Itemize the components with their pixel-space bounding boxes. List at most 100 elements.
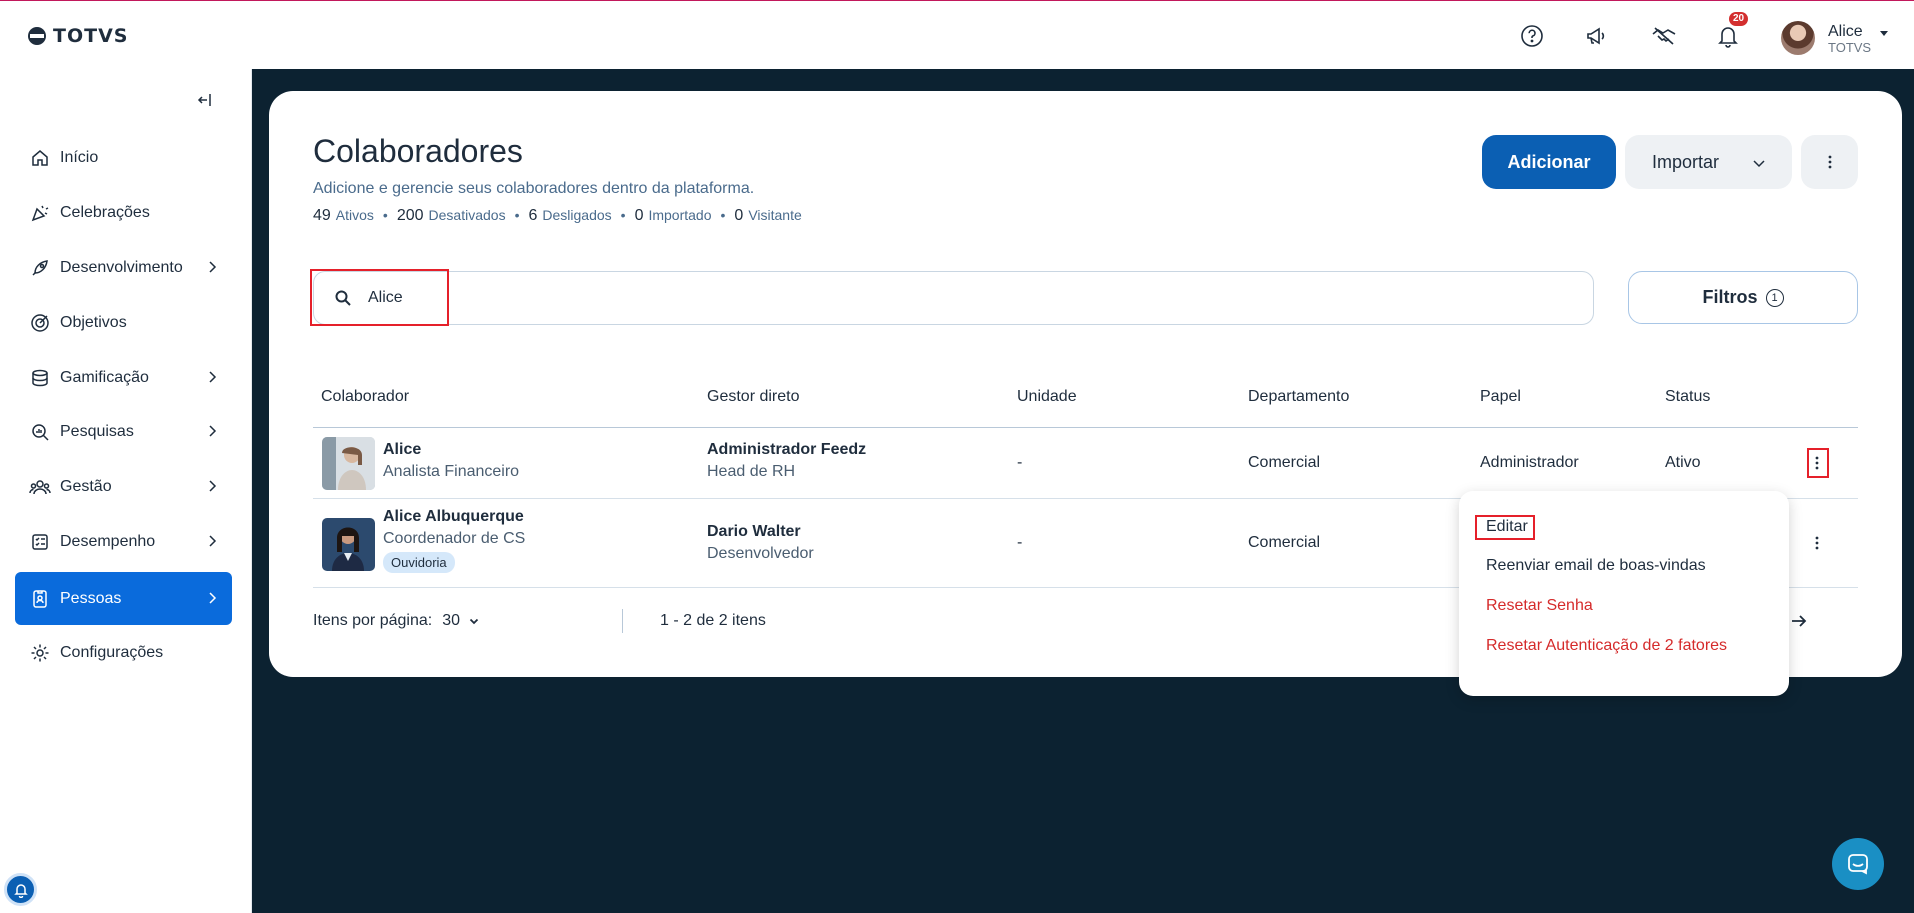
department-cell: Comercial — [1248, 454, 1321, 471]
unit-cell: - — [1017, 534, 1023, 551]
kebab-menu-icon — [1815, 536, 1819, 550]
unit-cell: - — [1017, 454, 1023, 471]
chevron-right-icon — [209, 535, 217, 547]
stat-count: 0 — [734, 207, 744, 224]
sidebar-item-label: Objetivos — [60, 313, 127, 331]
stat-label: Ativos — [335, 207, 374, 223]
add-button[interactable]: Adicionar — [1482, 135, 1616, 189]
items-per-page[interactable]: Itens por página: 30 — [313, 612, 480, 630]
row-actions-highlight-box — [1807, 448, 1829, 478]
page-title: Colaboradores — [313, 133, 523, 169]
chevron-down-icon[interactable] — [468, 615, 480, 627]
department-cell: Comercial — [1248, 534, 1321, 551]
items-per-page-value[interactable]: 30 — [442, 612, 460, 630]
sidebar-item-inicio[interactable]: Início — [15, 131, 232, 184]
sidebar-item-label: Pesquisas — [60, 422, 134, 440]
column-header-unidade[interactable]: Unidade — [1017, 388, 1077, 406]
sidebar-item-label: Celebrações — [60, 203, 150, 221]
role-cell: Administrador — [1480, 454, 1579, 471]
stat-label: Desligados — [542, 207, 612, 223]
megaphone-icon[interactable] — [1583, 23, 1609, 49]
menu-item-resetar-2fa[interactable]: Resetar Autenticação de 2 fatores — [1486, 637, 1727, 655]
help-icon[interactable] — [1519, 23, 1545, 49]
stat-count: 6 — [528, 207, 538, 224]
employee-name[interactable]: Alice Albuquerque — [383, 508, 524, 526]
menu-item-resetar-senha[interactable]: Resetar Senha — [1486, 597, 1593, 615]
employee-role: Coordenador de CS — [383, 530, 526, 547]
stat-count: 49 — [313, 207, 331, 224]
checklist-icon — [29, 531, 51, 553]
sidebar-item-label: Gestão — [60, 477, 112, 495]
import-button[interactable]: Importar — [1625, 135, 1792, 189]
kebab-menu-icon — [1828, 155, 1831, 169]
user-avatar[interactable] — [1781, 21, 1815, 55]
sidebar-item-gamificacao[interactable]: Gamificação — [15, 351, 232, 404]
search-input[interactable] — [368, 286, 968, 310]
items-per-page-label: Itens por página: — [313, 612, 433, 629]
column-header-colaborador[interactable]: Colaborador — [321, 388, 409, 406]
stat-label: Importado — [648, 207, 712, 223]
row-actions-button[interactable] — [1809, 532, 1825, 554]
sidebar-item-desenvolvimento[interactable]: Desenvolvimento — [15, 241, 232, 294]
page-subtitle: Adicione e gerencie seus colaboradores d… — [313, 180, 755, 197]
sidebar-item-label: Início — [60, 148, 99, 166]
user-name[interactable]: Alice — [1828, 23, 1863, 41]
column-header-gestor[interactable]: Gestor direto — [707, 388, 799, 406]
next-page-arrow-icon[interactable] — [1789, 611, 1809, 631]
user-org: TOTVS — [1828, 40, 1872, 55]
filters-count-badge: 1 — [1765, 288, 1784, 307]
collapse-sidebar-icon[interactable] — [195, 90, 215, 110]
sidebar-item-pessoas[interactable]: Pessoas — [15, 572, 232, 625]
sidebar-item-configuracoes[interactable]: Configurações — [15, 626, 232, 679]
handshake-icon[interactable] — [1651, 23, 1677, 49]
sidebar-item-label: Gamificação — [60, 368, 149, 386]
table-header: Colaborador Gestor direto Unidade Depart… — [313, 378, 1858, 428]
bell-icon[interactable] — [1715, 23, 1741, 49]
sidebar-item-desempenho[interactable]: Desempenho — [15, 515, 232, 568]
employee-name[interactable]: Alice — [383, 441, 421, 459]
target-icon — [29, 312, 51, 334]
editar-highlight-box — [1475, 515, 1535, 540]
notifications-float-button[interactable] — [4, 873, 37, 906]
column-header-departamento[interactable]: Departamento — [1248, 388, 1349, 406]
people-icon — [29, 476, 51, 498]
search-bar[interactable] — [313, 271, 1594, 325]
rocket-icon — [29, 257, 51, 279]
sidebar-item-label: Desempenho — [60, 532, 156, 550]
column-header-papel[interactable]: Papel — [1480, 388, 1521, 406]
pagination-divider — [622, 609, 623, 633]
gear-icon — [29, 642, 51, 664]
manager-name: Administrador Feedz — [707, 441, 867, 458]
pagination-range: 1 - 2 de 2 itens — [660, 612, 766, 629]
manager-role: Desenvolvedor — [707, 545, 814, 562]
party-icon — [29, 202, 51, 224]
menu-item-reenviar-email[interactable]: Reenviar email de boas-vindas — [1486, 557, 1706, 575]
table-row[interactable]: Alice Analista Financeiro Administrador … — [313, 428, 1858, 499]
manager-name: Dario Walter — [707, 523, 801, 540]
user-menu-caret-icon[interactable] — [1880, 31, 1888, 36]
chat-support-button[interactable] — [1832, 838, 1884, 890]
totvs-logo[interactable]: TOTVS — [27, 25, 128, 47]
chevron-down-icon — [1753, 160, 1765, 168]
sidebar-item-objetivos[interactable]: Objetivos — [15, 296, 232, 349]
filters-button-label: Filtros — [1702, 287, 1758, 307]
chevron-right-icon — [209, 425, 217, 437]
chevron-right-icon — [209, 261, 217, 273]
home-icon — [29, 147, 51, 169]
avatar — [322, 437, 375, 490]
chat-icon — [1848, 854, 1868, 875]
filters-button[interactable]: Filtros 1 — [1628, 271, 1858, 324]
notification-count-badge: 20 — [1729, 12, 1749, 26]
chevron-right-icon — [209, 371, 217, 383]
badge-icon — [29, 588, 51, 610]
more-options-button[interactable] — [1801, 135, 1858, 189]
chevron-right-icon — [209, 592, 217, 604]
column-header-status[interactable]: Status — [1665, 388, 1710, 406]
employee-role: Analista Financeiro — [383, 463, 520, 480]
sidebar-item-pesquisas[interactable]: Pesquisas — [15, 405, 232, 458]
sidebar-item-gestao[interactable]: Gestão — [15, 460, 232, 513]
manager-role: Head de RH — [707, 463, 796, 480]
sidebar-item-celebracoes[interactable]: Celebrações — [15, 186, 232, 239]
logo-text: TOTVS — [53, 25, 129, 47]
stat-label: Desativados — [428, 207, 506, 223]
